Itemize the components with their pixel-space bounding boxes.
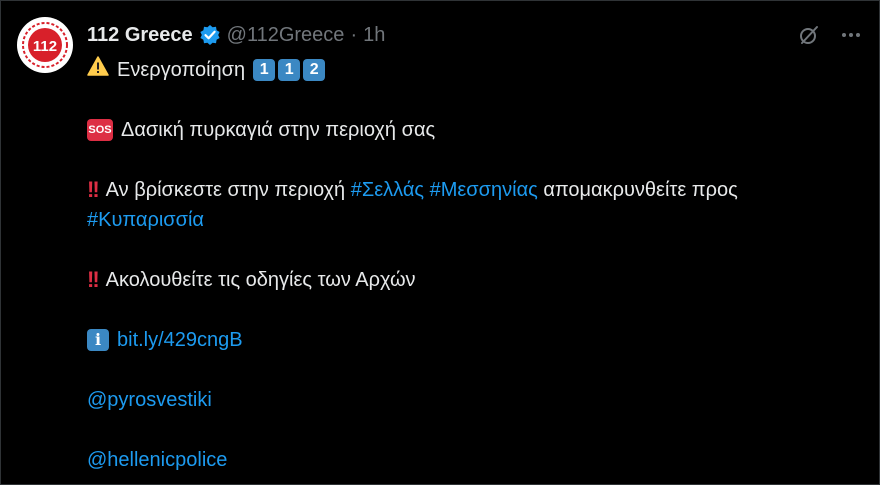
line-activation: Ενεργοποίηση 1 1 2 xyxy=(87,55,867,85)
tweet-card[interactable]: 112 112 Greece @112Greece · 1h Ενεργοποί… xyxy=(0,0,880,485)
tweet-actions-top xyxy=(797,23,863,47)
line-mention-1: @pyrosvestiki xyxy=(87,385,867,415)
mention-hellenicpolice[interactable]: @hellenicpolice xyxy=(87,445,227,475)
mention-pyrosvestiki[interactable]: @pyrosvestiki xyxy=(87,385,212,415)
tweet-header: 112 Greece @112Greece · 1h xyxy=(87,21,385,49)
line-fire: SOS Δασική πυρκαγιά στην περιοχή σας xyxy=(87,115,867,145)
instructions-text: Ακολουθείτε τις οδηγίες των Αρχών xyxy=(105,269,416,291)
sos-icon: SOS xyxy=(87,119,113,141)
svg-text:112: 112 xyxy=(33,38,57,55)
hashtag-sellas[interactable]: #Σελλάς xyxy=(351,175,424,205)
line-mention-2: @hellenicpolice xyxy=(87,445,867,475)
line-evacuate: !! Αν βρίσκεστε στην περιοχή #Σελλάς #Με… xyxy=(87,175,867,205)
line-evacuate-cont: #Κυπαρισσία xyxy=(87,205,867,235)
hashtag-messinias[interactable]: #Μεσσηνίας xyxy=(430,175,538,205)
keycap-1b: 1 xyxy=(278,59,301,81)
timestamp[interactable]: 1h xyxy=(363,24,385,47)
line-link: i bit.ly/429cngB xyxy=(87,325,867,355)
double-exclamation-icon: !! xyxy=(87,177,100,202)
keycap-2: 2 xyxy=(303,59,326,81)
short-link[interactable]: bit.ly/429cngB xyxy=(117,325,243,355)
tweet-text: Ενεργοποίηση 1 1 2 SOS Δασική πυρκαγιά σ… xyxy=(87,55,867,475)
verified-badge-icon[interactable] xyxy=(199,24,221,46)
grok-icon[interactable] xyxy=(797,23,821,47)
112-logo-icon: 112 xyxy=(18,18,72,72)
avatar[interactable]: 112 xyxy=(17,17,73,73)
evacuate-text: Αν βρίσκεστε στην περιοχή xyxy=(105,179,346,201)
handle[interactable]: @112Greece xyxy=(227,24,345,47)
more-icon[interactable] xyxy=(839,23,863,47)
hashtag-kyparissia[interactable]: #Κυπαρισσία xyxy=(87,205,204,235)
warning-icon xyxy=(87,55,109,85)
keycaps: 1 1 2 xyxy=(253,59,328,81)
double-exclamation-icon: !! xyxy=(87,267,100,292)
activation-text: Ενεργοποίηση xyxy=(117,59,246,81)
info-icon: i xyxy=(87,329,109,351)
line-instructions: !! Ακολουθείτε τις οδηγίες των Αρχών xyxy=(87,265,867,295)
fire-text: Δασική πυρκαγιά στην περιοχή σας xyxy=(121,119,436,141)
display-name[interactable]: 112 Greece xyxy=(87,24,193,47)
separator-dot: · xyxy=(350,23,358,46)
keycap-1a: 1 xyxy=(253,59,276,81)
evacuate-text-2: απομακρυνθείτε προς xyxy=(543,179,738,201)
